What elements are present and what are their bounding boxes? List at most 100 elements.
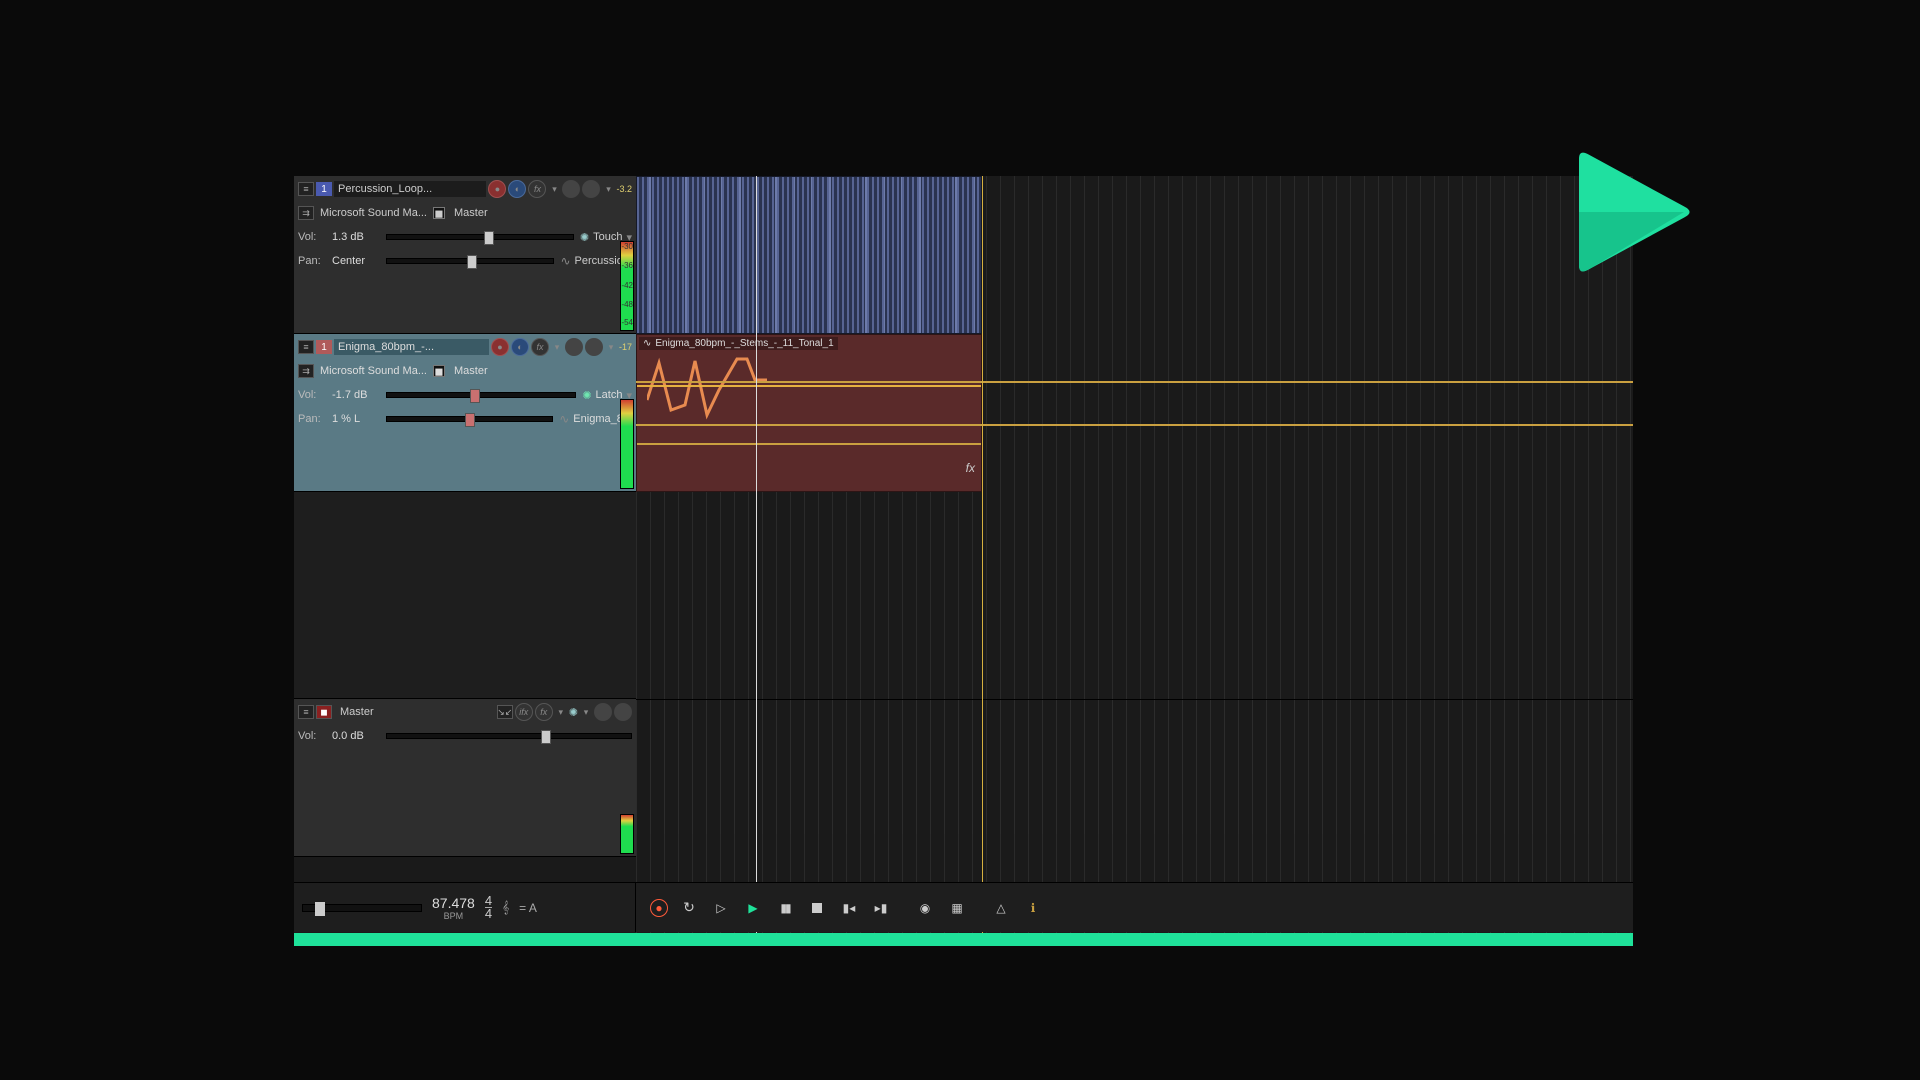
tempo-unit: BPM bbox=[432, 911, 475, 921]
pan-slider[interactable] bbox=[386, 416, 553, 422]
clip-envelope-icon: ∿ bbox=[643, 338, 651, 349]
fx-label[interactable]: fx bbox=[966, 461, 975, 475]
track-menu-icon[interactable]: ≡ bbox=[298, 182, 314, 196]
bus-name[interactable]: Master bbox=[454, 207, 488, 219]
more-dropdown-icon[interactable]: ▾ bbox=[605, 338, 617, 356]
tempo-slider[interactable] bbox=[302, 904, 422, 912]
fx-button[interactable]: fx bbox=[535, 703, 553, 721]
grid-snap-button[interactable]: ▦ bbox=[946, 897, 968, 919]
go-to-end-button[interactable]: ▸▮ bbox=[870, 897, 892, 919]
input-monitor-button[interactable]: ◐ bbox=[511, 338, 529, 356]
downmix-icon[interactable]: ↘↙ bbox=[497, 705, 513, 719]
pan-slider[interactable] bbox=[386, 258, 554, 264]
tempo-readout[interactable]: 87.478 BPM bbox=[432, 895, 475, 921]
playhead[interactable] bbox=[756, 176, 757, 946]
loop-end-locator[interactable] bbox=[982, 176, 983, 946]
master-badge-icon[interactable]: ◼ bbox=[316, 705, 332, 719]
stop-button[interactable] bbox=[806, 897, 828, 919]
track-number[interactable]: 1 bbox=[316, 182, 332, 196]
io-icon[interactable]: ⇉ bbox=[298, 206, 314, 220]
bus-checkbox[interactable]: ◼ bbox=[433, 207, 445, 219]
track-2[interactable]: ≡ 1 Enigma_80bpm_-... ● ◐ fx ▾ ▾ -17 ⇉ M… bbox=[294, 334, 636, 492]
audio-clip-percussion[interactable] bbox=[636, 176, 982, 334]
io-icon[interactable]: ⇉ bbox=[298, 364, 314, 378]
mute-button[interactable] bbox=[585, 338, 603, 356]
fx-dropdown-icon[interactable]: ▾ bbox=[548, 180, 560, 198]
track-name[interactable]: Percussion_Loop... bbox=[334, 181, 486, 197]
vol-label: Vol: bbox=[298, 231, 326, 243]
dim-button[interactable] bbox=[614, 703, 632, 721]
pan-row: Pan: 1 % L ∿ Enigma_8... bbox=[298, 408, 632, 430]
play-button[interactable]: ▶ bbox=[742, 897, 764, 919]
record-button[interactable]: ● bbox=[650, 899, 668, 917]
count-in-button[interactable]: ℹ︎ bbox=[1022, 897, 1044, 919]
fx-dropdown-icon[interactable]: ▾ bbox=[551, 338, 563, 356]
bus-checkbox[interactable]: ◼ bbox=[433, 365, 445, 377]
more-dropdown-icon[interactable]: ▾ bbox=[602, 180, 614, 198]
sig-denominator: 4 bbox=[485, 907, 492, 920]
output-device[interactable]: Microsoft Sound Ma... bbox=[320, 365, 427, 377]
pan-value: Center bbox=[332, 255, 380, 267]
loop-button[interactable]: ↻ bbox=[678, 897, 700, 919]
master-name[interactable]: Master bbox=[334, 706, 495, 718]
vu-meter bbox=[620, 814, 634, 854]
gear-icon[interactable]: ✺ bbox=[569, 706, 578, 719]
go-to-start-button[interactable]: ▮◂ bbox=[838, 897, 860, 919]
time-signature[interactable]: 4 4 bbox=[485, 895, 492, 920]
envelope-line-2[interactable] bbox=[637, 443, 981, 445]
output-row: ⇉ Microsoft Sound Ma... ◼ Master bbox=[298, 360, 632, 382]
vu-meter: -30 -36 -42 -48 -54 bbox=[620, 241, 634, 331]
gear-dropdown-icon[interactable]: ▾ bbox=[580, 703, 592, 721]
timeline[interactable]: ∿ Enigma_80bpm_-_Stems_-_11_Tonal_1 fx ◂ bbox=[636, 176, 1633, 946]
automation-mode[interactable]: Touch bbox=[593, 231, 622, 243]
envelope-extension-2[interactable] bbox=[636, 424, 1633, 426]
transport-controls: ● ↻ ▷ ▶ ▮▮ ▮◂ ▸▮ ◉ ▦ △ ℹ︎ bbox=[636, 897, 1058, 919]
track-1[interactable]: ≡ 1 Percussion_Loop... ● ◐ fx ▾ ▾ -3.2 ⇉… bbox=[294, 176, 636, 334]
track-name[interactable]: Enigma_80bpm_-... bbox=[334, 339, 489, 355]
volume-row: Vol: -1.7 dB ✺ Latch ▾ bbox=[298, 384, 632, 406]
track-menu-icon[interactable]: ≡ bbox=[298, 705, 314, 719]
pan-label: Pan: bbox=[298, 413, 326, 425]
pan-value: 1 % L bbox=[332, 413, 380, 425]
envelope-extension-1[interactable] bbox=[636, 381, 1633, 383]
envelope-line[interactable] bbox=[637, 385, 981, 387]
volume-slider[interactable] bbox=[386, 234, 574, 240]
play-from-start-button[interactable]: ▷ bbox=[710, 897, 732, 919]
mute-button[interactable] bbox=[594, 703, 612, 721]
record-mode-button[interactable]: ◉ bbox=[914, 897, 936, 919]
bus-name[interactable]: Master bbox=[454, 365, 488, 377]
master-track[interactable]: ≡ ◼ Master ↘↙ ifx fx ▾ ✺ ▾ Vol: 0.0 dB bbox=[294, 699, 636, 857]
fx-button[interactable]: fx bbox=[528, 180, 546, 198]
env-button[interactable] bbox=[565, 338, 583, 356]
tempo-value: 87.478 bbox=[432, 895, 475, 911]
metronome-icon[interactable]: 𝄞 bbox=[502, 900, 509, 915]
insert-fx-icon[interactable]: ifx bbox=[515, 703, 533, 721]
record-arm-button[interactable]: ● bbox=[488, 180, 506, 198]
metronome-readout[interactable]: = A bbox=[519, 901, 537, 915]
audio-clip-enigma[interactable]: ∿ Enigma_80bpm_-_Stems_-_11_Tonal_1 fx bbox=[636, 334, 982, 492]
record-arm-button[interactable]: ● bbox=[491, 338, 509, 356]
fx-dropdown-icon[interactable]: ▾ bbox=[555, 703, 567, 721]
input-monitor-button[interactable]: ◐ bbox=[508, 180, 526, 198]
envelope-icon[interactable]: ∿ bbox=[559, 412, 569, 426]
vol-value: 1.3 dB bbox=[332, 231, 380, 243]
env-button[interactable] bbox=[562, 180, 580, 198]
mute-button[interactable] bbox=[582, 180, 600, 198]
volume-slider[interactable] bbox=[386, 392, 576, 398]
track-number[interactable]: 1 bbox=[316, 340, 332, 354]
empty-track-area[interactable] bbox=[294, 492, 636, 699]
volume-slider[interactable] bbox=[386, 733, 632, 739]
master-lane[interactable] bbox=[636, 699, 1633, 834]
automation-gear-icon[interactable]: ✺ bbox=[580, 231, 589, 244]
fx-button[interactable]: fx bbox=[531, 338, 549, 356]
metronome-button[interactable]: △ bbox=[990, 897, 1012, 919]
pause-button[interactable]: ▮▮ bbox=[774, 897, 796, 919]
automation-gear-icon[interactable]: ✺ bbox=[582, 389, 591, 402]
automation-mode[interactable]: Latch bbox=[596, 389, 623, 401]
output-device[interactable]: Microsoft Sound Ma... bbox=[320, 207, 427, 219]
envelope-icon[interactable]: ∿ bbox=[560, 254, 570, 268]
envelope-curve[interactable] bbox=[647, 355, 777, 425]
clip-name: Enigma_80bpm_-_Stems_-_11_Tonal_1 bbox=[655, 338, 833, 349]
track-menu-icon[interactable]: ≡ bbox=[298, 340, 314, 354]
vu-meter bbox=[620, 399, 634, 489]
